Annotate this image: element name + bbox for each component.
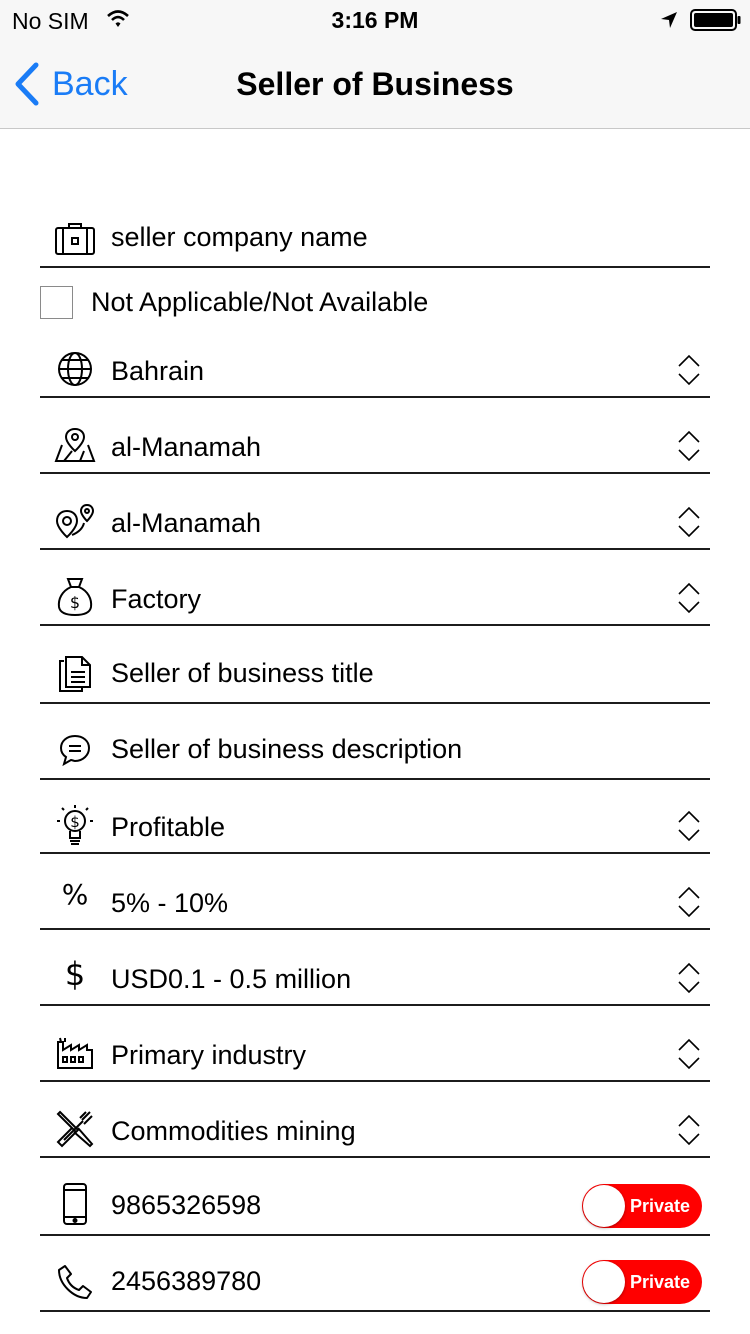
profitability-value: Profitable [111,812,226,842]
location-pins-icon [54,500,96,542]
select-chevrons-icon [678,962,700,994]
not-applicable-checkbox[interactable] [40,286,73,319]
select-chevrons-icon [678,810,700,842]
country-select[interactable]: Bahrain [40,340,710,398]
city-select[interactable]: al-Manamah [40,492,710,550]
phone-icon [54,1261,96,1303]
mobile-private-toggle[interactable]: Private [582,1184,702,1228]
clock: 3:16 PM [331,7,419,33]
select-chevrons-icon [678,582,700,614]
svg-text:$: $ [70,813,80,831]
svg-text:$: $ [70,593,80,612]
business-type-select[interactable]: $ Factory [40,568,710,626]
region-value: al-Manamah [111,432,262,462]
select-chevrons-icon [678,506,700,538]
phone-number-field[interactable]: 2456389780 Private [40,1252,710,1312]
dollar-icon: $ [54,952,96,994]
business-title-input[interactable]: Seller of business title [111,658,650,689]
select-chevrons-icon [678,430,700,462]
page-title: Seller of Business [236,66,514,102]
business-description-input[interactable]: Seller of business description [111,734,650,765]
location-arrow-icon [659,10,679,35]
not-applicable-label: Not Applicable/Not Available [91,287,429,317]
mobile-number-field[interactable]: 9865326598 Private [40,1176,710,1236]
percent-icon: % [54,872,96,914]
tools-icon [54,1108,96,1150]
status-bar: No SIM 3:16 PM [0,0,750,40]
mobile-number-value[interactable]: 9865326598 [111,1190,560,1221]
business-description-field[interactable]: Seller of business description [40,720,710,780]
percentage-select[interactable]: % 5% - 10% [40,872,710,930]
svg-text:%: % [62,878,89,911]
phone-private-toggle[interactable]: Private [582,1260,702,1304]
factory-icon [54,1032,96,1074]
select-chevrons-icon [678,354,700,386]
price-range-value: USD0.1 - 0.5 million [111,964,352,994]
sector-select[interactable]: Commodities mining [40,1100,710,1158]
city-value: al-Manamah [111,508,262,538]
toggle-label: Private [630,1196,691,1216]
mobile-phone-icon [54,1183,96,1225]
not-applicable-row[interactable]: Not Applicable/Not Available [40,285,710,325]
select-chevrons-icon [678,886,700,918]
select-chevrons-icon [678,1038,700,1070]
globe-icon [54,348,96,390]
business-type-value: Factory [111,584,202,614]
map-pin-icon [54,424,96,466]
company-name-field[interactable]: seller company name [40,210,710,268]
toggle-knob [583,1185,625,1227]
price-range-select[interactable]: $ USD0.1 - 0.5 million [40,948,710,1006]
industry-value: Primary industry [111,1040,307,1070]
profitability-select[interactable]: $ Profitable [40,796,710,854]
phone-number-value[interactable]: 2456389780 [111,1266,560,1297]
document-icon [54,653,96,695]
business-title-field[interactable]: Seller of business title [40,644,710,704]
money-bag-icon: $ [54,576,96,618]
lightbulb-dollar-icon: $ [54,804,96,846]
toggle-knob [583,1261,625,1303]
navigation-bar: Back Seller of Business [0,40,750,129]
select-chevrons-icon [678,1114,700,1146]
sector-value: Commodities mining [111,1116,356,1146]
toggle-label: Private [630,1272,691,1292]
svg-text:$: $ [65,955,85,993]
region-select[interactable]: al-Manamah [40,416,710,474]
briefcase-icon [54,218,96,260]
percentage-value: 5% - 10% [111,888,229,918]
chat-bubble-icon [54,729,96,771]
battery-icon [690,9,742,36]
country-value: Bahrain [111,356,205,386]
company-name-input[interactable]: seller company name [111,222,650,253]
industry-select[interactable]: Primary industry [40,1024,710,1082]
